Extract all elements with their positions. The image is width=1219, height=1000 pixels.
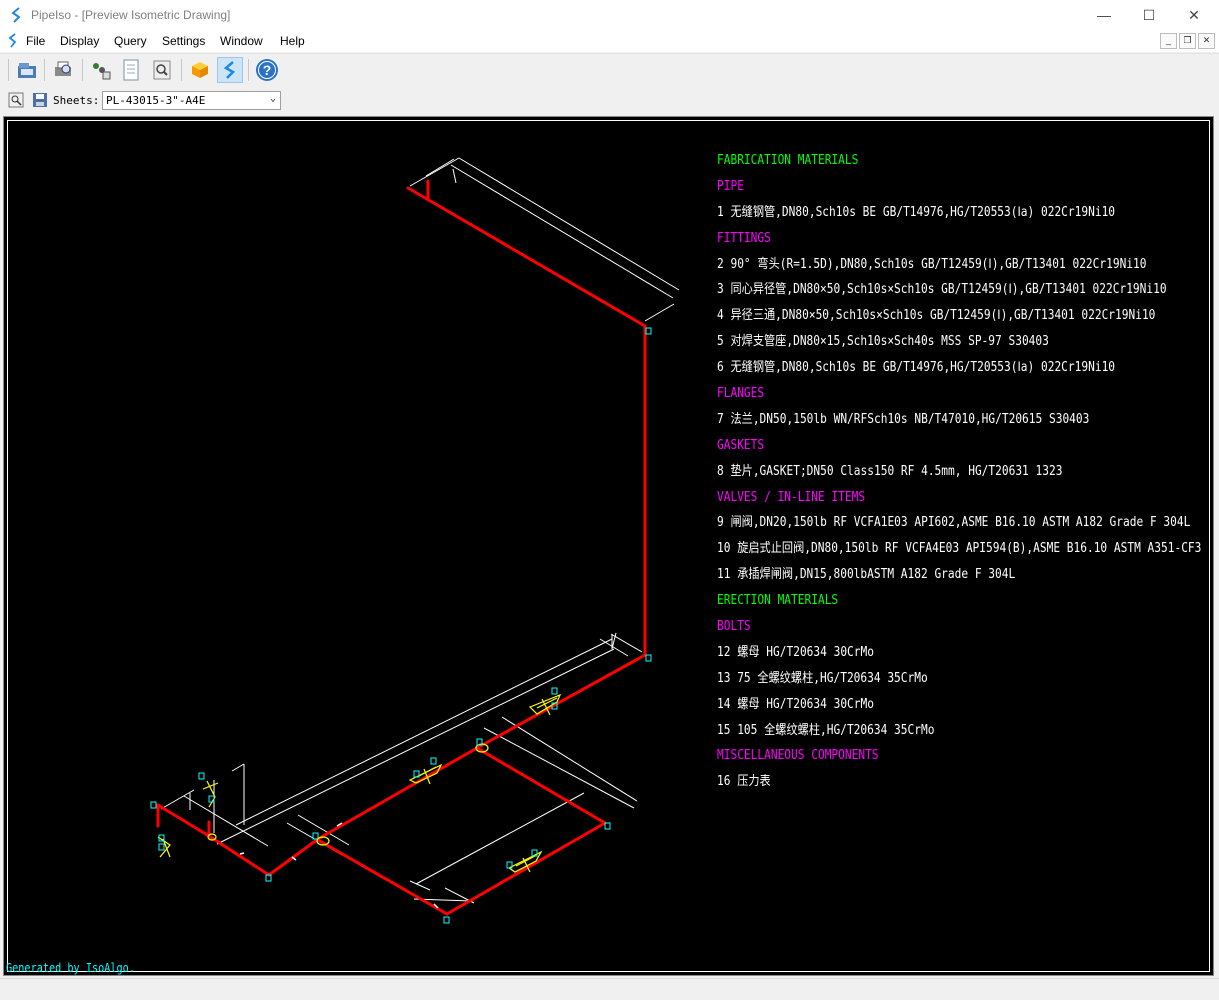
menu-display[interactable]: Display xyxy=(60,34,99,48)
bom-item: 3 同心异径管,DN80×50,Sch10s×Sch10s GB/T12459(… xyxy=(717,282,1167,298)
sheets-label: Sheets: xyxy=(53,94,100,107)
print-preview-button[interactable] xyxy=(50,57,76,83)
bom-category: FITTINGS xyxy=(717,230,771,246)
pipeiso-logo-icon xyxy=(223,61,236,79)
bom-item: 4 异径三通,DN80×50,Sch10s×Sch10s GB/T12459(Ⅰ… xyxy=(717,308,1156,324)
zoom-page-icon xyxy=(153,60,171,80)
sheet-select-value: PL-43015-3"-A4E xyxy=(106,94,206,107)
generated-by-note: Generated by IsoAlgo. xyxy=(6,961,135,975)
status-bar xyxy=(0,978,1219,1000)
dimension-lines xyxy=(160,157,680,904)
bom-item: 9 闸阀,DN20,150lb RF VCFA1E03 API602,ASME … xyxy=(717,515,1191,531)
maximize-button[interactable]: ☐ xyxy=(1126,0,1172,30)
menu-settings[interactable]: Settings xyxy=(162,34,205,48)
bom-item: 12 螺母 HG/T20634 30CrMo xyxy=(717,644,874,660)
menu-query[interactable]: Query xyxy=(114,34,147,48)
page-icon xyxy=(123,59,139,81)
menu-file[interactable]: File xyxy=(26,34,45,48)
bom-heading: FABRICATION MATERIALS xyxy=(717,153,859,168)
zoom-fit-icon[interactable] xyxy=(8,92,24,108)
bom-item: 14 螺母 HG/T20634 30CrMo xyxy=(717,696,874,712)
bom-item: 5 对焊支管座,DN80×15,Sch10s×Sch40s MSS SP-97 … xyxy=(717,334,1049,350)
bom-category: MISCELLANEOUS COMPONENTS xyxy=(717,748,879,764)
menu-window[interactable]: Window xyxy=(220,34,263,48)
toolbar: ? xyxy=(0,53,1219,87)
bom-category: BOLTS xyxy=(717,619,751,635)
fittings-valves xyxy=(157,693,562,873)
minimize-icon: — xyxy=(1097,7,1111,23)
pipe-runs xyxy=(156,179,647,916)
bom-item: 15 105 全螺纹螺柱,HG/T20634 35CrMo xyxy=(717,722,935,738)
bom-item: 6 无缝钢管,DN80,Sch10s BE GB/T14976,HG/T2055… xyxy=(717,360,1116,376)
bom-heading: ERECTION MATERIALS xyxy=(717,593,839,609)
minimize-button[interactable]: — xyxy=(1081,0,1127,30)
bom-item: 13 75 全螺纹螺柱,HG/T20634 35CrMo xyxy=(717,670,928,686)
bom-item: 1 无缝钢管,DN80,Sch10s BE GB/T14976,HG/T2055… xyxy=(717,204,1116,220)
save-icon[interactable] xyxy=(32,92,48,108)
mdi-close-button[interactable]: ✕ xyxy=(1198,33,1215,49)
bom-item: 11 承插焊闸阀,DN15,800lbASTM A182 Grade F 304… xyxy=(717,567,1016,583)
bom-category: PIPE xyxy=(717,178,744,194)
bill-of-materials: FABRICATION MATERIALS PIPE 1 无缝钢管,DN80,S… xyxy=(717,148,1219,795)
svg-text:?: ? xyxy=(263,62,272,78)
page-button[interactable] xyxy=(118,57,144,83)
node-markers xyxy=(150,327,652,924)
maximize-icon: ☐ xyxy=(1142,6,1156,23)
3d-view-button[interactable] xyxy=(187,57,213,83)
bom-item: 2 90° 弯头(R=1.5D),DN80,Sch10s GB/T12459(Ⅰ… xyxy=(717,256,1147,272)
pipeiso-logo-icon xyxy=(8,33,17,48)
menu-help[interactable]: Help xyxy=(280,34,305,48)
export-button[interactable] xyxy=(88,57,114,83)
box-3d-icon xyxy=(192,62,208,78)
window-title: PipeIso - [Preview Isometric Drawing] xyxy=(31,8,231,22)
mdi-restore-button[interactable]: ❐ xyxy=(1179,33,1196,49)
bom-category: VALVES / IN-LINE ITEMS xyxy=(717,489,866,505)
weld-marks xyxy=(239,822,439,909)
open-folder-icon xyxy=(18,63,36,78)
print-preview-icon xyxy=(55,61,71,76)
menu-bar: File Display Query Settings Window Help xyxy=(0,30,1219,52)
export-icon xyxy=(93,63,111,80)
mdi-controls: _ ❐ ✕ xyxy=(1160,33,1215,49)
open-button[interactable] xyxy=(14,57,40,83)
chevron-down-icon: ⌄ xyxy=(269,93,276,104)
zoom-page-button[interactable] xyxy=(149,57,175,83)
title-bar: PipeIso - [Preview Isometric Drawing] — … xyxy=(0,0,1219,30)
isometric-view-button[interactable] xyxy=(217,57,243,83)
mdi-minimize-button[interactable]: _ xyxy=(1160,33,1177,49)
bom-item: 8 垫片,GASKET;DN50 Class150 RF 4.5mm, HG/T… xyxy=(717,463,1063,479)
drawing-canvas[interactable]: FABRICATION MATERIALS PIPE 1 无缝钢管,DN80,S… xyxy=(3,116,1214,976)
help-icon: ? xyxy=(256,59,278,81)
pipeiso-logo-icon xyxy=(11,7,21,23)
close-button[interactable]: ✕ xyxy=(1171,0,1217,30)
bom-item: 10 旋启式止回阀,DN80,150lb RF VCFA4E03 API594(… xyxy=(717,541,1202,557)
sheet-select[interactable]: PL-43015-3"-A4E ⌄ xyxy=(102,91,281,110)
bom-item: 7 法兰,DN50,150lb WN/RFSch10s NB/T47010,HG… xyxy=(717,411,1090,427)
bom-category: FLANGES xyxy=(717,386,765,402)
bom-item: 16 压力表 xyxy=(717,774,771,790)
help-button[interactable]: ? xyxy=(254,57,280,83)
close-icon: ✕ xyxy=(1188,6,1200,23)
bom-category: GASKETS xyxy=(717,437,765,453)
